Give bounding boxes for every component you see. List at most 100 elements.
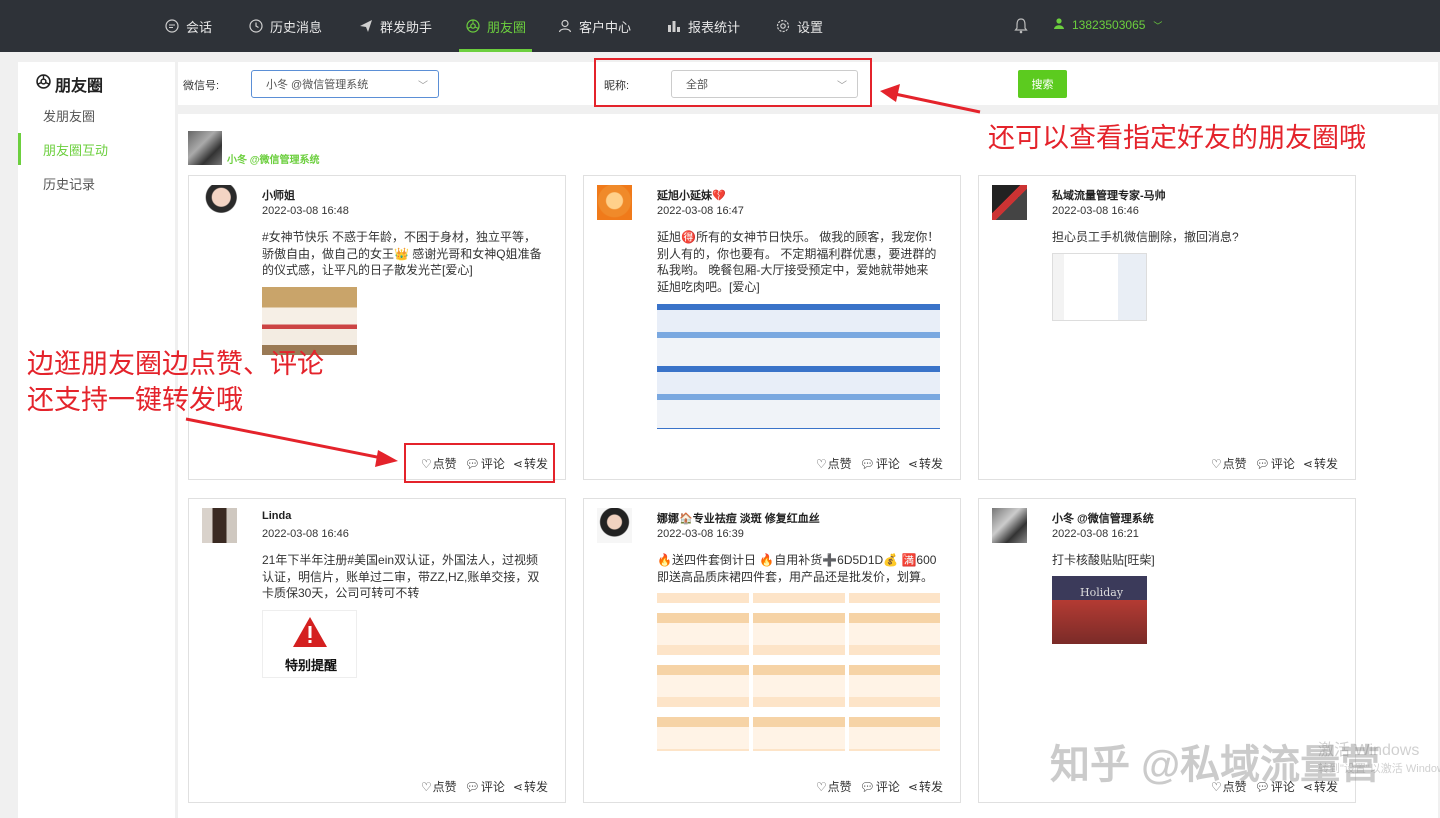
sidebar-title-label: 朋友圈 xyxy=(55,78,104,95)
nav-label: 历史消息 xyxy=(270,19,323,35)
share-button[interactable]: ⋖ 转发 xyxy=(513,778,548,795)
windows-activation-subtitle: 转到"设置"以激活 Windows。 xyxy=(1318,763,1440,775)
sidebar: 朋友圈 发朋友圈 朋友圈互动 历史记录 xyxy=(18,62,175,818)
account-avatar xyxy=(188,131,222,165)
sidebar-item-post-moments[interactable]: 发朋友圈 xyxy=(18,99,175,131)
share-icon: ⋖ xyxy=(907,456,918,471)
share-label: 转发 xyxy=(1313,457,1338,471)
post-time: 2022-03-08 16:46 xyxy=(1052,205,1139,217)
windows-activation-title: 激活 Windows xyxy=(1318,742,1420,759)
post-time: 2022-03-08 16:21 xyxy=(1052,528,1139,540)
post-actions: ♡ 点赞 💬︎ 评论 ⋖ 转发 xyxy=(421,778,548,795)
like-button[interactable]: ♡ 点赞 xyxy=(816,455,852,472)
post-actions: ♡ 点赞 💬︎ 评论 ⋖ 转发 xyxy=(1211,455,1338,472)
comment-button[interactable]: 💬︎ 评论 xyxy=(465,778,505,795)
comment-icon: 💬︎ xyxy=(859,456,875,471)
bell-icon[interactable] xyxy=(1014,18,1028,38)
moments-feed: 小冬 @微信管理系统 小师姐 2022-03-08 16:48 #女神节快乐 不… xyxy=(178,114,1438,818)
share-label: 转发 xyxy=(523,780,548,794)
wechat-account-select[interactable]: 小冬 @微信管理系统 ﹀ xyxy=(251,70,439,98)
sidebar-item-label: 历史记录 xyxy=(43,176,96,192)
nav-item-history[interactable]: 历史消息 xyxy=(248,0,322,52)
chevron-down-icon: ﹀ xyxy=(418,81,428,92)
heart-icon: ♡ xyxy=(815,779,827,794)
post-text: 担心员工手机微信删除，撤回消息? xyxy=(1052,230,1239,244)
share-button[interactable]: ⋖ 转发 xyxy=(908,455,943,472)
post-image-holiday[interactable]: Holiday xyxy=(1052,576,1147,644)
heart-icon: ♡ xyxy=(1210,456,1222,471)
top-nav: 会话 历史消息 群发助手 朋友圈 客户中心 报表统计 设置 1382350306… xyxy=(0,0,1440,52)
post-author: 私域流量管理专家-马帅 xyxy=(1052,190,1166,202)
send-icon xyxy=(358,18,374,34)
comment-button[interactable]: 💬︎ 评论 xyxy=(1255,455,1295,472)
post-time: 2022-03-08 16:48 xyxy=(262,205,349,217)
sidebar-title: 朋友圈 xyxy=(36,72,103,96)
user-icon xyxy=(557,18,573,34)
post-text: 21年下半年注册#美国ein双认证，外国法人，过视频认证，明信片，账单过二审，带… xyxy=(262,553,540,600)
moments-icon xyxy=(465,18,481,34)
post-card: 延旭小延妹💔 2022-03-08 16:47 延旭🉐所有的女神节日快乐。 做我… xyxy=(583,175,961,480)
clock-icon xyxy=(248,18,264,34)
like-label: 点赞 xyxy=(827,457,852,471)
post-author: 延旭小延妹💔 xyxy=(657,190,726,202)
nav-item-moments[interactable]: 朋友圈 xyxy=(458,0,533,52)
nav-label: 客户中心 xyxy=(579,19,632,35)
post-image-screenshot[interactable] xyxy=(1052,253,1147,321)
search-button-label: 搜索 xyxy=(1031,79,1054,91)
post-time: 2022-03-08 16:47 xyxy=(657,205,744,217)
chevron-down-icon: ﹀ xyxy=(1153,20,1163,31)
user-icon xyxy=(1054,18,1064,32)
like-button[interactable]: ♡ 点赞 xyxy=(421,778,457,795)
post-text: 打卡核酸贴贴[旺柴] xyxy=(1052,553,1155,567)
share-button[interactable]: ⋖ 转发 xyxy=(1303,455,1338,472)
warning-caption: 特别提醒 xyxy=(285,659,338,674)
nav-label: 设置 xyxy=(797,19,824,35)
user-phone: 13823503065 xyxy=(1072,18,1146,32)
heart-icon: ♡ xyxy=(815,456,827,471)
annotation-note-left-1: 边逛朋友圈边点赞、评论 xyxy=(27,349,324,379)
like-button[interactable]: ♡ 点赞 xyxy=(816,778,852,795)
post-actions: ♡ 点赞 💬︎ 评论 ⋖ 转发 xyxy=(816,455,943,472)
search-button[interactable]: 搜索 xyxy=(1018,70,1067,98)
moments-icon xyxy=(36,74,51,94)
share-button[interactable]: ⋖ 转发 xyxy=(908,778,943,795)
user-menu[interactable]: 13823503065 ﹀ xyxy=(1054,18,1162,32)
sidebar-item-label: 朋友圈互动 xyxy=(43,142,109,158)
comment-button[interactable]: 💬︎ 评论 xyxy=(860,455,900,472)
chat-icon xyxy=(164,18,180,34)
post-author: 小冬 @微信管理系统 xyxy=(1052,513,1154,525)
nav-item-customers[interactable]: 客户中心 xyxy=(557,0,631,52)
sidebar-item-moments-interaction[interactable]: 朋友圈互动 xyxy=(18,133,175,165)
nav-item-chat[interactable]: 会话 xyxy=(164,0,212,52)
annotation-box-actions xyxy=(404,443,555,483)
post-image-warning[interactable]: 特别提醒 xyxy=(262,610,357,678)
annotation-note-left-2: 还支持一键转发哦 xyxy=(27,385,243,415)
nav-label: 朋友圈 xyxy=(487,19,527,35)
post-image-menu[interactable] xyxy=(657,304,940,429)
post-text: 延旭🉐所有的女神节日快乐。 做我的顾客，我宠你！别人有的，你也要有。 不定期福利… xyxy=(657,230,940,294)
post-text: #女神节快乐 不惑于年龄，不困于身材，独立平等，骄傲自由，做自己的女王👑 感谢光… xyxy=(262,230,542,277)
like-label: 点赞 xyxy=(432,780,457,794)
post-author: 娜娜🏠专业祛痘 淡斑 修复红血丝 xyxy=(657,513,820,525)
share-icon: ⋖ xyxy=(1302,456,1313,471)
like-button[interactable]: ♡ 点赞 xyxy=(1211,455,1247,472)
nav-item-settings[interactable]: 设置 xyxy=(775,0,823,52)
post-image-cake[interactable] xyxy=(262,287,357,355)
sidebar-item-label: 发朋友圈 xyxy=(43,108,96,124)
sidebar-item-history[interactable]: 历史记录 xyxy=(18,167,175,199)
annotation-note-right: 还可以查看指定好友的朋友圈哦 xyxy=(988,123,1366,153)
comment-label: 评论 xyxy=(480,780,505,794)
comment-label: 评论 xyxy=(1270,457,1295,471)
annotation-box-nickname xyxy=(594,58,872,107)
comment-button[interactable]: 💬︎ 评论 xyxy=(860,778,900,795)
comment-icon: 💬︎ xyxy=(859,779,875,794)
bar-chart-icon xyxy=(666,18,682,34)
windows-activation-watermark: 激活 Windows 转到"设置"以激活 Windows。 xyxy=(1318,736,1440,776)
post-time: 2022-03-08 16:39 xyxy=(657,528,744,540)
comment-icon: 💬︎ xyxy=(1254,456,1270,471)
share-icon: ⋖ xyxy=(907,779,918,794)
avatar xyxy=(202,185,237,220)
nav-item-reports[interactable]: 报表统计 xyxy=(666,0,740,52)
nav-item-broadcast[interactable]: 群发助手 xyxy=(358,0,432,52)
post-image-promo[interactable] xyxy=(657,593,940,751)
